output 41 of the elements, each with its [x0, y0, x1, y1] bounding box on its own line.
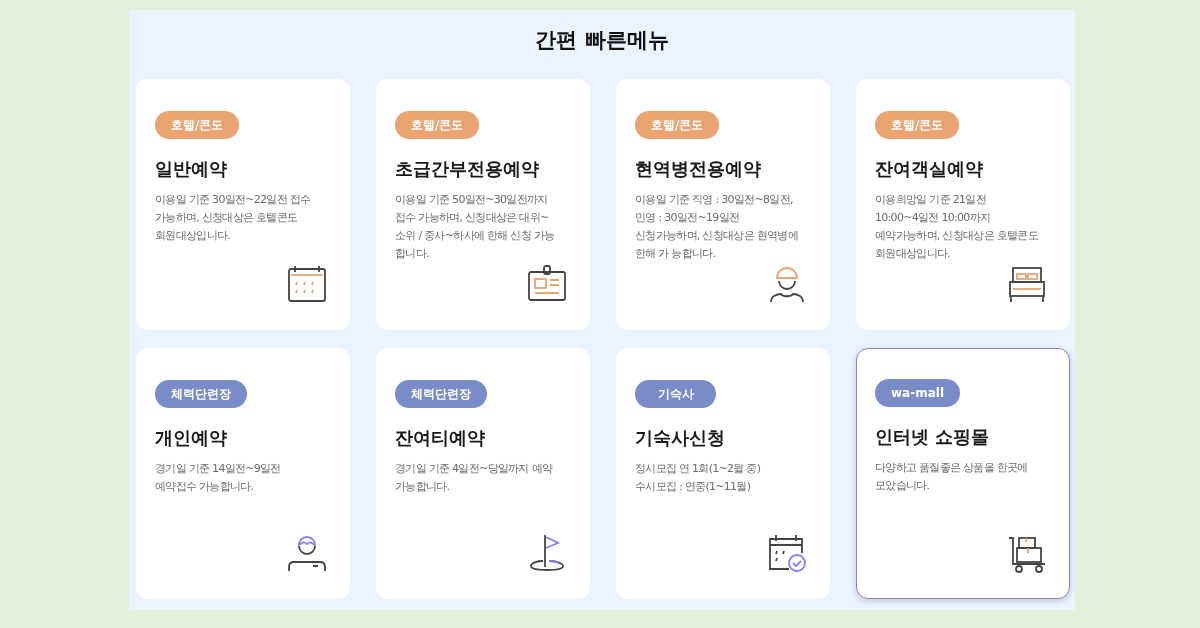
calendar-check-icon [767, 533, 807, 573]
category-tag: wa-mall [875, 379, 960, 407]
card-description: 경기일 기준 14일전~9일전 예약접수 가능합니다. [155, 461, 281, 495]
card-title: 인터넷 쇼핑몰 [875, 425, 990, 449]
menu-card[interactable]: 체력단련장 잔여티예약 경기일 기준 4일전~당일까지 예약 가능합니다. [376, 348, 590, 599]
card-title: 개인예약 [155, 426, 227, 450]
menu-card[interactable]: 호텔/콘도 현역병전용예약 이용일 기준 직영 : 30일전~8일전, 민영 : 30일전~19일전 신청가능하며, 신청대상은 현역병에 한해 가 능합니다. [616, 79, 830, 330]
card-title: 일반예약 [155, 157, 227, 181]
bed-icon [1007, 264, 1047, 304]
card-description: 정시모집 연 1회(1~2월 중) 수시모집 : 연중(1~11월) [635, 461, 761, 495]
menu-card[interactable]: 호텔/콘도 일반예약 이용일 기준 30일전~22일전 접수 가능하며, 신청대상은 호텔콘도 회원대상입니다. [136, 79, 350, 330]
card-description: 이용희망일 기준 21일전 10:00~4일전 10:00까지 예약가능하며, 신청대상은 호텔콘도 회원대상입니다. [875, 192, 1038, 262]
menu-card[interactable]: 호텔/콘도 초급간부전용예약 이용일 기준 50일전~30일전까지 접수 가능하며, 신청대상은 대위~ 소위 / 중사~하사에 한해 신청 가능 합니다. [376, 79, 590, 330]
id-badge-icon [527, 264, 567, 304]
section-title: 간편 빠른메뉴 [534, 27, 670, 54]
calendar-icon [287, 264, 327, 304]
card-title: 잔여객실예약 [875, 157, 983, 181]
card-title: 잔여티예약 [395, 426, 485, 450]
category-tag: 호텔/콘도 [395, 111, 480, 139]
category-tag: 기숙사 [635, 380, 716, 408]
category-tag: 호텔/콘도 [635, 111, 720, 139]
card-description: 다양하고 품질좋은 상품을 한곳에 모았습니다. [875, 460, 1028, 494]
menu-card[interactable]: 호텔/콘도 잔여객실예약 이용희망일 기준 21일전 10:00~4일전 10:00까지 예약가능하며, 신청대상은 호텔콘도 회원대상입니다. [856, 79, 1070, 330]
cart-boxes-icon [1007, 534, 1047, 574]
person-icon [287, 533, 327, 573]
menu-card[interactable]: 체력단련장 개인예약 경기일 기준 14일전~9일전 예약접수 가능합니다. [136, 348, 350, 599]
card-description: 이용일 기준 30일전~22일전 접수 가능하며, 신청대상은 호텔콘도 회원대상입니다. [155, 192, 311, 244]
person-helmet-icon [767, 264, 807, 304]
card-title: 초급간부전용예약 [395, 157, 539, 181]
card-description: 이용일 기준 직영 : 30일전~8일전, 민영 : 30일전~19일전 신청가능하며, 신청대상은 현역병에 한해 가 능합니다. [635, 192, 798, 262]
card-description: 경기일 기준 4일전~당일까지 예약 가능합니다. [395, 461, 553, 495]
category-tag: 호텔/콘도 [155, 111, 240, 139]
category-tag: 체력단련장 [395, 380, 487, 408]
category-tag: 호텔/콘도 [875, 111, 960, 139]
card-title: 기숙사신청 [635, 426, 725, 450]
menu-card[interactable]: 기숙사 기숙사신청 정시모집 연 1회(1~2월 중) 수시모집 : 연중(1~11월) [616, 348, 830, 599]
card-description: 이용일 기준 50일전~30일전까지 접수 가능하며, 신청대상은 대위~ 소위 / 중사~하사에 한해 신청 가능 합니다. [395, 192, 555, 262]
menu-card[interactable]: wa-mall 인터넷 쇼핑몰 다양하고 품질좋은 상품을 한곳에 모았습니다. [856, 348, 1070, 599]
category-tag: 체력단련장 [155, 380, 247, 408]
card-title: 현역병전용예약 [635, 157, 761, 181]
golf-flag-icon [527, 533, 567, 573]
